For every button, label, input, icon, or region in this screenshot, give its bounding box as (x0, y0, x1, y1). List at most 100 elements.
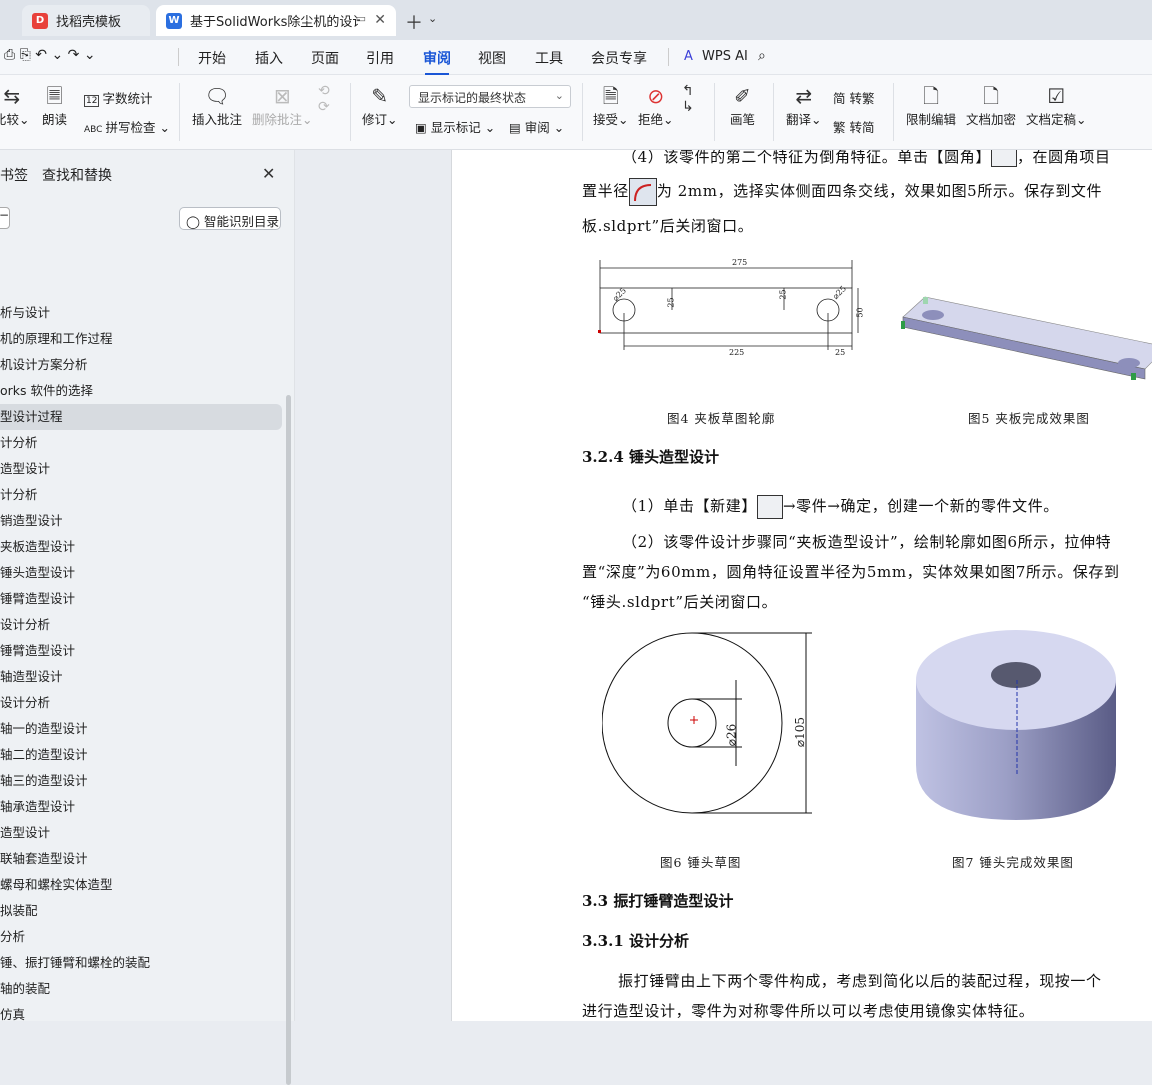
toc-item[interactable]: 联轴套造型设计 (0, 846, 285, 872)
wps-ai-icon[interactable]: A (684, 49, 693, 64)
reject-button[interactable]: ⊘ 拒绝⌄ (638, 83, 674, 128)
toc-item[interactable]: orks 软件的选择 (0, 378, 285, 404)
markup-state-select[interactable]: 显示标记的最终状态 ⌄ (409, 85, 571, 108)
para-new: （1）单击【新建】 →零件→确定，创建一个新的零件文件。 (622, 495, 1059, 519)
toc-item[interactable]: 拟装配 (0, 898, 285, 924)
browser-tab-bar: D 找稻壳模板 W 基于SolidWorks除尘机的设计 ▭ ✕ ＋ ⌄ (0, 0, 1152, 40)
toc-item[interactable]: 计分析 (0, 482, 285, 508)
dim-275: 275 (732, 258, 748, 267)
radius-icon (628, 178, 657, 206)
para-save: 板.sldprt”后关闭窗口。 (582, 217, 754, 235)
toc-item[interactable]: 轴造型设计 (0, 664, 285, 690)
close-icon[interactable]: ✕ (374, 12, 386, 28)
menu-view[interactable]: 视图 (478, 48, 506, 68)
pen-button[interactable]: ✐ 画笔 (730, 83, 755, 128)
fig4-caption: 图4 夹板草图轮廓 (667, 411, 776, 426)
review-pane-button[interactable]: ▤ 审阅 ⌄ (509, 117, 564, 136)
menu-start[interactable]: 开始 (198, 48, 226, 68)
comment-nav-icon: ⟲ ⟳ (318, 83, 330, 115)
tab-document[interactable]: W 基于SolidWorks除尘机的设计 ▭ ✕ (156, 5, 396, 36)
toc-item[interactable]: 轴一的造型设计 (0, 716, 285, 742)
spell-check-button[interactable]: ABC 拼写检查 ⌄ (84, 117, 170, 136)
toc-item[interactable]: 轴承造型设计 (0, 794, 285, 820)
new-tab-icon[interactable]: ＋ (405, 9, 423, 35)
insert-comment-button[interactable]: 🗨 插入批注 (192, 83, 242, 128)
toc-item[interactable]: 型设计过程 (0, 404, 282, 430)
toc-item[interactable]: 螺母和螺栓实体造型 (0, 872, 285, 898)
delete-comment-icon: ⊠ (273, 84, 291, 108)
toc-item[interactable]: 分析 (0, 924, 285, 950)
restrict-edit-button[interactable]: 🗋 限制编辑 (906, 83, 956, 128)
close-icon[interactable]: ✕ (262, 164, 275, 183)
read-aloud-button[interactable]: 🗏 朗读 (42, 83, 67, 128)
toc-item[interactable]: 销造型设计 (0, 508, 285, 534)
word-count-button[interactable]: 12 字数统计 (84, 88, 152, 107)
track-changes-button[interactable]: ✎ 修订⌄ (362, 83, 398, 128)
smart-toc-button[interactable]: ◯ 智能识别目录 (179, 207, 281, 230)
toc-item[interactable]: 夹板造型设计 (0, 534, 285, 560)
toc-item[interactable]: 仿真 (0, 1002, 285, 1028)
menu-tools[interactable]: 工具 (535, 48, 563, 68)
to-traditional-button[interactable]: 简 转繁 (833, 88, 874, 107)
finalize-icon: ☑ (1047, 84, 1066, 108)
pen-icon: ✐ (734, 84, 751, 108)
menu-member[interactable]: 会员专享 (591, 48, 647, 68)
toc-list: 析与设计 机的原理和工作过程 机设计方案分析 orks 软件的选择 型设计过程 计分析 造型… (0, 300, 285, 1028)
change-nav-button[interactable]: ↰ ↳ (682, 83, 694, 115)
monitor-icon[interactable]: ▭ (356, 12, 366, 25)
toc-item[interactable]: 锤头造型设计 (0, 560, 285, 586)
menu-wps-ai[interactable]: WPS AI (702, 49, 748, 64)
toc-item[interactable]: 设计分析 (0, 612, 285, 638)
toc-item[interactable]: 锤、振打锤臂和螺栓的装配 (0, 950, 285, 976)
compare-icon: ⇆ (3, 84, 21, 108)
comment-nav-button[interactable]: ⟲ ⟳ (318, 83, 330, 115)
word-doc-icon: W (166, 12, 182, 29)
toc-item[interactable]: 设计分析 (0, 690, 285, 716)
toc-item[interactable]: 造型设计 (0, 820, 285, 846)
para-3-line2: 进行造型设计，零件为对称零件所以可以考虑使用镜像实体特征。 (582, 1002, 1035, 1020)
fig6-sketch (602, 632, 812, 814)
toc-item[interactable]: 轴三的造型设计 (0, 768, 285, 794)
dim-25-right: 25 (778, 289, 788, 300)
menu-review[interactable]: 审阅 (423, 48, 451, 75)
menu-page[interactable]: 页面 (311, 48, 339, 68)
collapse-button[interactable]: − (0, 207, 10, 229)
chevron-down-icon: ⌄ (554, 89, 564, 102)
translate-button[interactable]: ⇄ 翻译⌄ (786, 83, 822, 128)
toc-item[interactable]: 机设计方案分析 (0, 352, 285, 378)
para-radius: 置半径为 2mm，选择实体侧面四条交线，效果如图5所示。保存到文件 (582, 178, 1102, 206)
toc-item[interactable]: 计分析 (0, 430, 285, 456)
toc-item[interactable]: 轴二的造型设计 (0, 742, 285, 768)
accept-button[interactable]: 🗎 接受⌄ (593, 83, 629, 128)
tab-find-replace[interactable]: 查找和替换 (42, 165, 112, 185)
search-icon[interactable]: ⌕ (758, 48, 766, 64)
encrypt-button[interactable]: 🗋 文档加密 (966, 83, 1016, 128)
para-fillet: （4）该零件的第二个特征为倒角特征。单击【圆角】 ，在圆角项目 (622, 150, 1111, 167)
tab-template[interactable]: D 找稻壳模板 (22, 5, 150, 36)
toc-item[interactable]: 机的原理和工作过程 (0, 326, 285, 352)
undo-redo-icons[interactable]: ⎙ ⎘ ↶ ⌄ ↷ ⌄ (4, 47, 96, 63)
toc-item[interactable]: 析与设计 (0, 300, 285, 326)
to-simplified-button[interactable]: 繁 转简 (833, 117, 874, 136)
dim-25-left: 25 (666, 297, 676, 308)
chevron-down-icon[interactable]: ⌄ (428, 12, 437, 25)
toc-item[interactable]: 锤臂造型设计 (0, 586, 285, 612)
show-markup-button[interactable]: ▣ 显示标记 ⌄ (415, 117, 495, 136)
toc-item[interactable]: 锤臂造型设计 (0, 638, 285, 664)
smart-icon: ◯ (186, 214, 204, 229)
toc-item[interactable]: 造型设计 (0, 456, 285, 482)
toc-item[interactable]: 轴的装配 (0, 976, 285, 1002)
fig7-caption: 图7 锤头完成效果图 (952, 855, 1074, 870)
finalize-button[interactable]: ☑ 文档定稿⌄ (1026, 83, 1087, 128)
menu-reference[interactable]: 引用 (366, 48, 394, 68)
tab-bookmark[interactable]: 书签 (0, 165, 28, 185)
delete-comment-button[interactable]: ⊠ 删除批注⌄ (252, 83, 313, 128)
fig7-hammer-3d (916, 630, 1116, 820)
lock-doc-icon: 🗋 (922, 84, 940, 108)
encrypt-icon: 🗋 (982, 84, 1000, 108)
scrollbar[interactable] (286, 395, 291, 1085)
compare-button[interactable]: ⇆ 比较⌄ (0, 83, 30, 128)
menu-insert[interactable]: 插入 (255, 48, 283, 68)
change-nav-icon: ↰ ↳ (682, 83, 694, 115)
fig5-plate-3d (901, 296, 1152, 380)
